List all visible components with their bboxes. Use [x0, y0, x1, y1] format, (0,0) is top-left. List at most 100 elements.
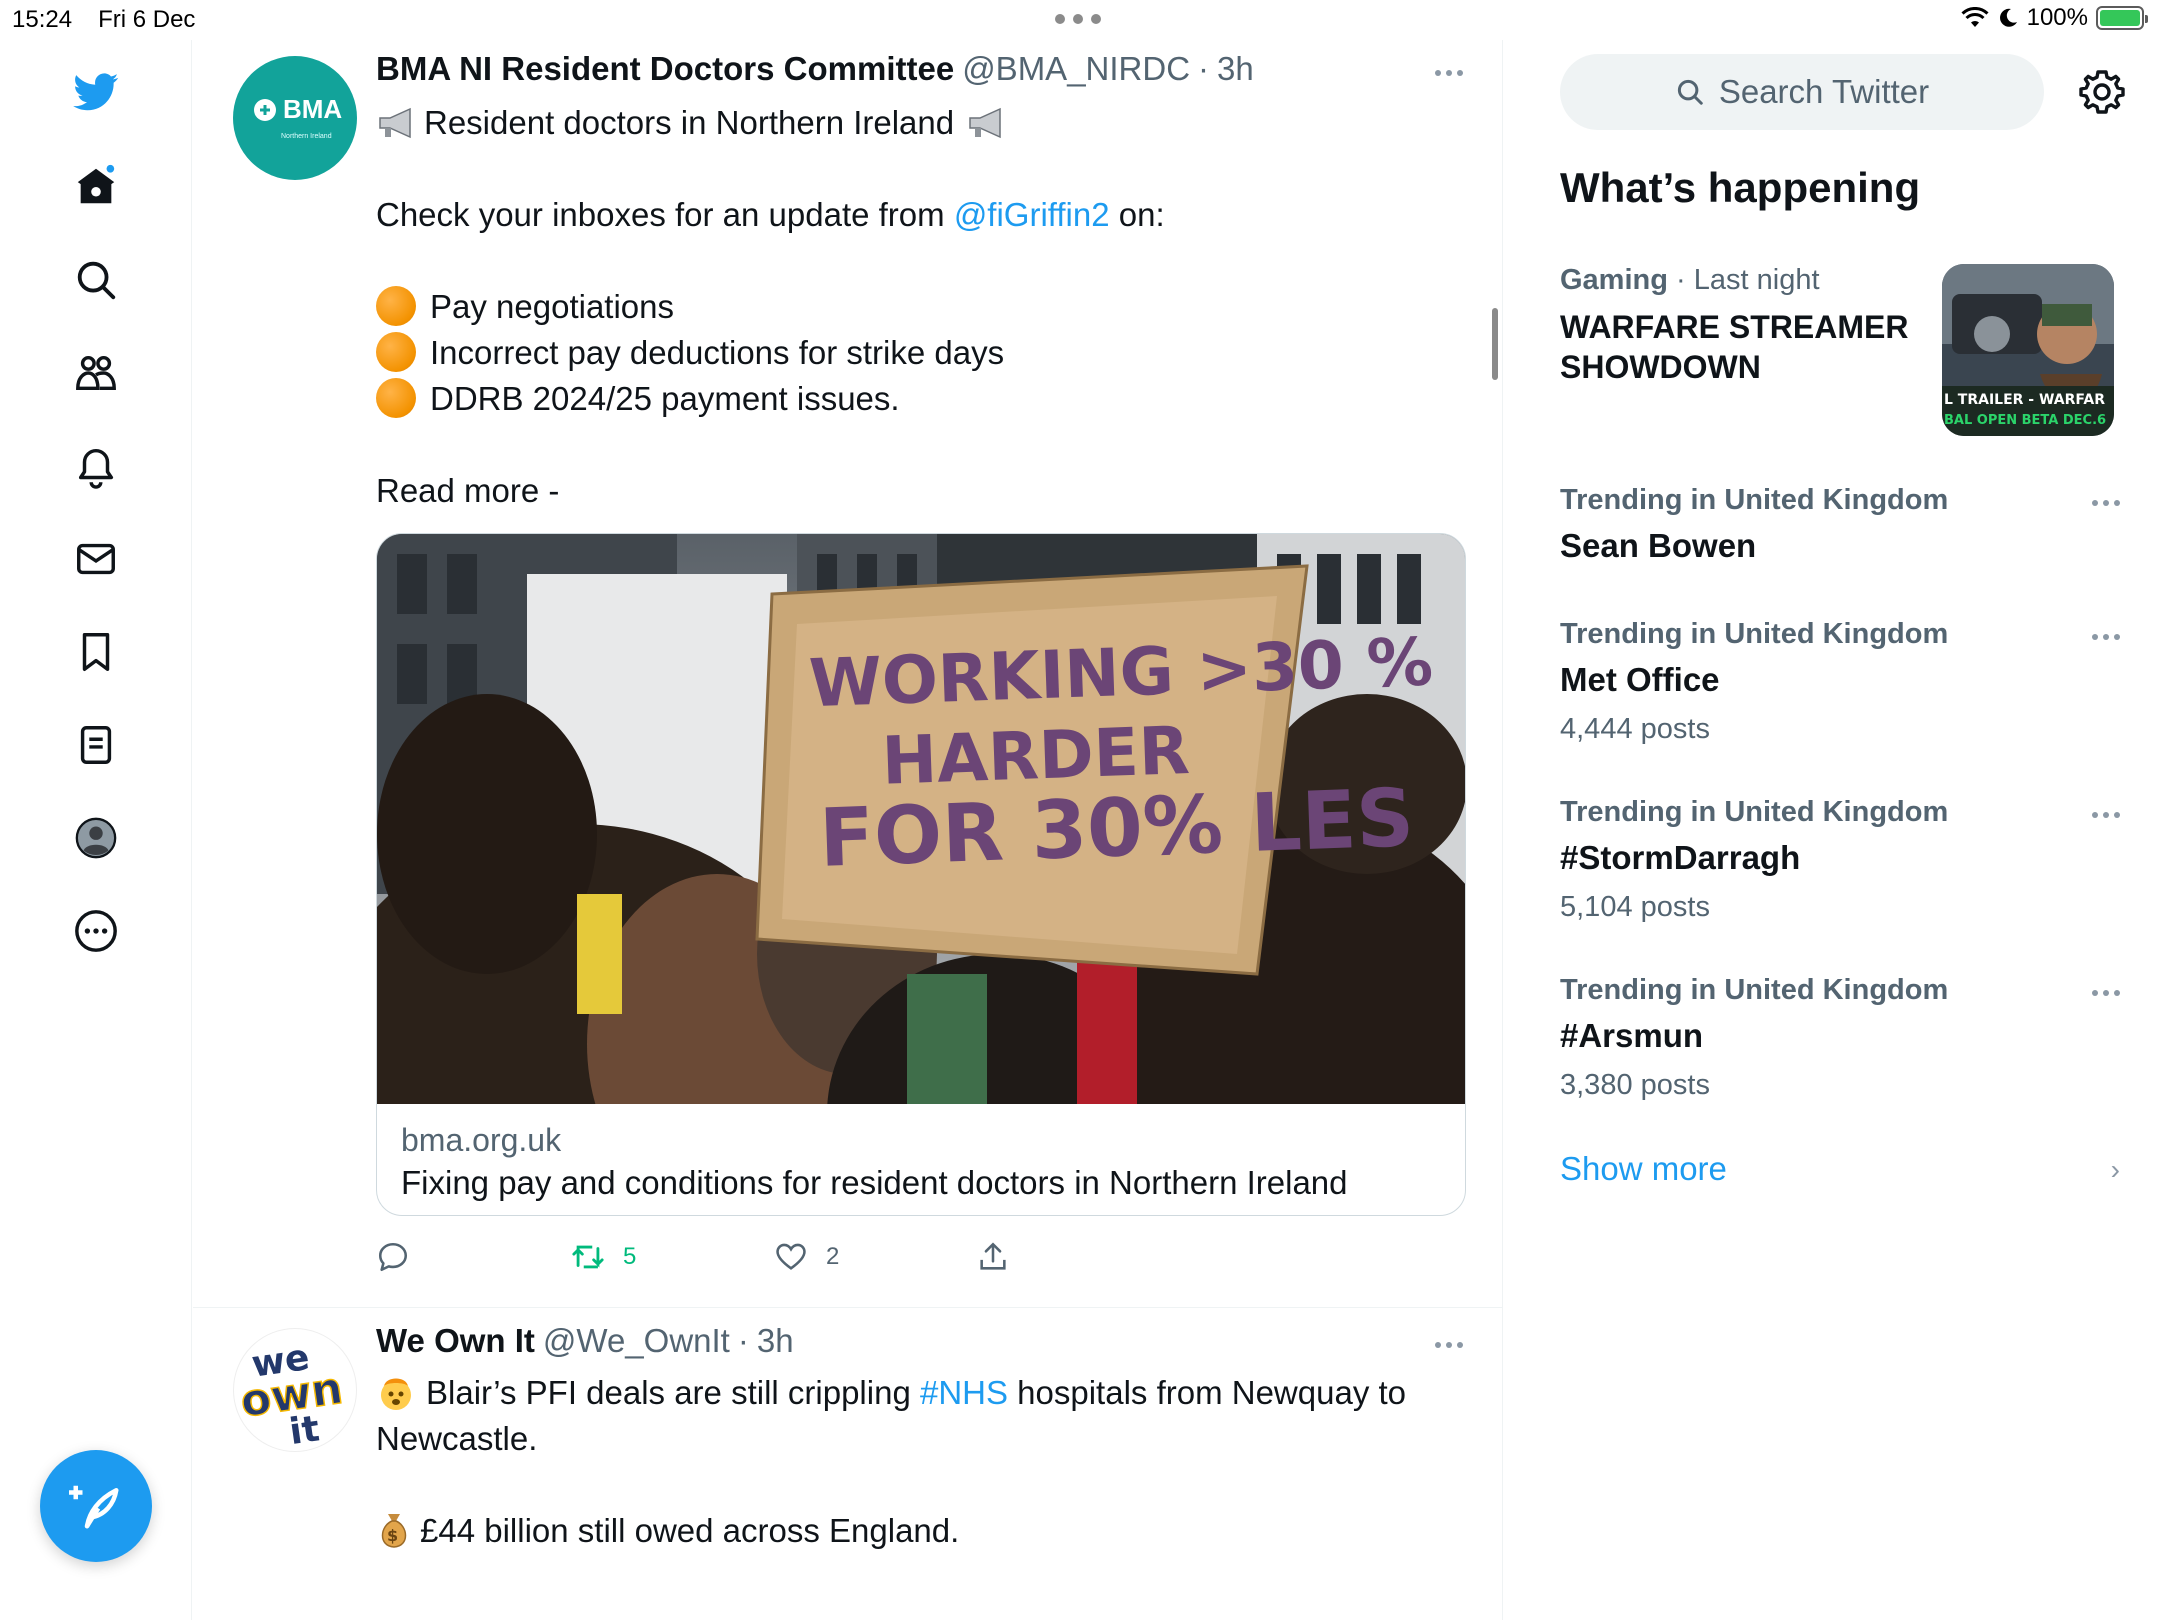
reply-button[interactable] [376, 1240, 410, 1274]
more-circle-icon[interactable] [66, 901, 126, 961]
author-handle[interactable]: @We_OwnIt [543, 1322, 730, 1360]
read-more-text: Read more - [376, 472, 560, 509]
thumb-text-1: L TRAILER - WARFAR [1944, 392, 2105, 408]
orange-circle-icon [376, 332, 416, 372]
card-image[interactable]: WORKING >30 % HARDER FOR 30% LES [377, 534, 1465, 1104]
heart-icon [776, 1243, 806, 1270]
trend-more-button[interactable] [2092, 812, 2120, 818]
compose-tweet-button[interactable] [40, 1450, 152, 1562]
tweet-line-2: Newcastle. [376, 1420, 538, 1457]
status-time: 15:24 [12, 6, 73, 33]
bullet-1: Pay negotiations [430, 288, 675, 325]
trend-count: 4,444 posts [1560, 713, 1710, 745]
chevron-right-icon: › [2110, 1154, 2120, 1185]
trend-count: 5,104 posts [1560, 891, 1710, 923]
author-name[interactable]: BMA NI Resident Doctors Committee [376, 50, 954, 88]
status-left: 15:24 Fri 6 Dec [12, 6, 195, 34]
status-bar: 15:24 Fri 6 Dec 100% [0, 0, 2160, 40]
home-icon[interactable] [66, 156, 126, 216]
show-more-link[interactable]: Show more › [1560, 1150, 2120, 1188]
tweet-header: We Own It @We_OwnIt · 3h [376, 1322, 794, 1360]
bookmarks-icon[interactable] [66, 622, 126, 682]
tweet-line-1-end: hospitals from Newquay to [1008, 1374, 1407, 1411]
wifi-icon [1961, 7, 1989, 27]
trend-item[interactable]: Trending in United Kingdom Sean Bowen [1560, 484, 2120, 565]
moon-icon [1999, 8, 2017, 27]
like-button[interactable]: 2 [774, 1240, 839, 1274]
profile-avatar-icon[interactable] [66, 808, 126, 868]
trend-item[interactable]: Trending in United Kingdom #StormDarragh… [1560, 796, 2120, 924]
separator: · [737, 1322, 749, 1359]
exploding-head-emoji-icon [381, 1378, 411, 1410]
money-bag-icon: $ [381, 1514, 407, 1548]
right-sidebar: Search Twitter What’s happening Gaming ·… [1504, 40, 2160, 1620]
tweet-body: Blair’s PFI deals are still crippling #N… [376, 1370, 1466, 1554]
link-card[interactable]: WORKING >30 % HARDER FOR 30% LES bma.org… [376, 533, 1466, 1216]
avatar-text-3: it [287, 1408, 322, 1452]
featured-trend[interactable]: Gaming · Last night WARFARE STREAMER SHO… [1560, 264, 2120, 444]
bullet-3: DDRB 2024/25 payment issues. [430, 380, 900, 417]
tweet-line-1: Resident doctors in Northern Ireland [424, 104, 955, 141]
retweet-count: 5 [623, 1243, 637, 1270]
search-placeholder: Search Twitter [1718, 73, 1930, 110]
card-domain: bma.org.uk [401, 1122, 562, 1158]
bullet-2: Incorrect pay deductions for strike days [430, 334, 1005, 371]
messages-mail-icon[interactable] [66, 529, 126, 589]
trend-more-button[interactable] [2092, 990, 2120, 996]
trend-count: 3,380 posts [1560, 1069, 1710, 1101]
trend-item[interactable]: Trending in United Kingdom #Arsmun 3,380… [1560, 974, 2120, 1102]
twitter-logo-icon[interactable] [66, 62, 126, 122]
search-icon[interactable] [66, 250, 126, 310]
trend-topic: #StormDarragh [1560, 839, 1801, 876]
tweet-time[interactable]: 3h [1217, 50, 1254, 88]
trend-item[interactable]: Trending in United Kingdom Met Office 4,… [1560, 618, 2120, 746]
search-icon [1677, 79, 1703, 105]
author-name[interactable]: We Own It [376, 1322, 535, 1360]
reply-icon [378, 1242, 408, 1272]
retweet-button[interactable]: 5 [571, 1240, 636, 1274]
bma-logo-icon [254, 98, 276, 121]
timeline: BMA Northern Ireland BMA NI Resident Doc… [193, 40, 1503, 1620]
avatar[interactable]: we own it [233, 1328, 357, 1452]
tweet-we-own-it[interactable]: we own it We Own It @We_OwnIt · 3h Blair… [193, 1308, 1503, 1620]
tweet-more-button[interactable] [1435, 1342, 1463, 1348]
trend-topic: #Arsmun [1560, 1017, 1704, 1054]
status-date: Fri 6 Dec [98, 6, 196, 33]
tweet-time[interactable]: 3h [757, 1322, 794, 1360]
trend-topic: Sean Bowen [1560, 527, 1757, 564]
svg-text:$: $ [387, 1526, 398, 1545]
tweet-bma[interactable]: BMA Northern Ireland BMA NI Resident Doc… [193, 40, 1503, 1308]
tweet-body: Resident doctors in Northern Ireland Che… [376, 100, 1466, 514]
avatar[interactable]: BMA Northern Ireland [233, 56, 357, 180]
mention-link[interactable]: @fiGriffin2 [954, 196, 1110, 233]
communities-icon[interactable] [66, 343, 126, 403]
lists-icon[interactable] [66, 715, 126, 775]
show-more-label: Show more [1560, 1150, 1727, 1187]
settings-button[interactable] [2074, 64, 2130, 120]
retweet-icon [572, 1245, 604, 1269]
feather-plus-icon [69, 1485, 119, 1529]
trend-more-button[interactable] [2092, 634, 2120, 640]
trend-location: Trending in United Kingdom [1560, 618, 1949, 650]
notifications-bell-icon[interactable] [66, 436, 126, 496]
tweet-more-button[interactable] [1435, 70, 1463, 76]
author-handle[interactable]: @BMA_NIRDC [962, 50, 1190, 88]
battery-icon [2096, 6, 2148, 30]
hashtag-link[interactable]: #NHS [920, 1374, 1008, 1411]
trend-more-button[interactable] [2092, 500, 2120, 506]
left-navigation [0, 40, 192, 1620]
multitasking-dots[interactable] [1055, 14, 1101, 24]
tweet-line-2-end: on: [1109, 196, 1165, 233]
share-button[interactable] [976, 1240, 1010, 1274]
featured-title: WARFARE STREAMER SHOWDOWN [1560, 309, 1909, 385]
card-title[interactable]: Fixing pay and conditions for resident d… [401, 1164, 1348, 1202]
tweet-header: BMA NI Resident Doctors Committee @BMA_N… [376, 50, 1254, 88]
orange-circle-icon [376, 378, 416, 418]
featured-category: Gaming [1560, 264, 1668, 296]
featured-thumbnail[interactable]: L TRAILER - WARFAR BAL OPEN BETA DEC.6 [1942, 264, 2114, 436]
tweet-line-1: Blair’s PFI deals are still crippling [426, 1374, 920, 1411]
status-right: 100% [1961, 4, 2148, 32]
search-input[interactable]: Search Twitter [1560, 54, 2044, 130]
featured-separator: · [1667, 264, 1694, 296]
scrollbar[interactable] [1492, 308, 1498, 380]
